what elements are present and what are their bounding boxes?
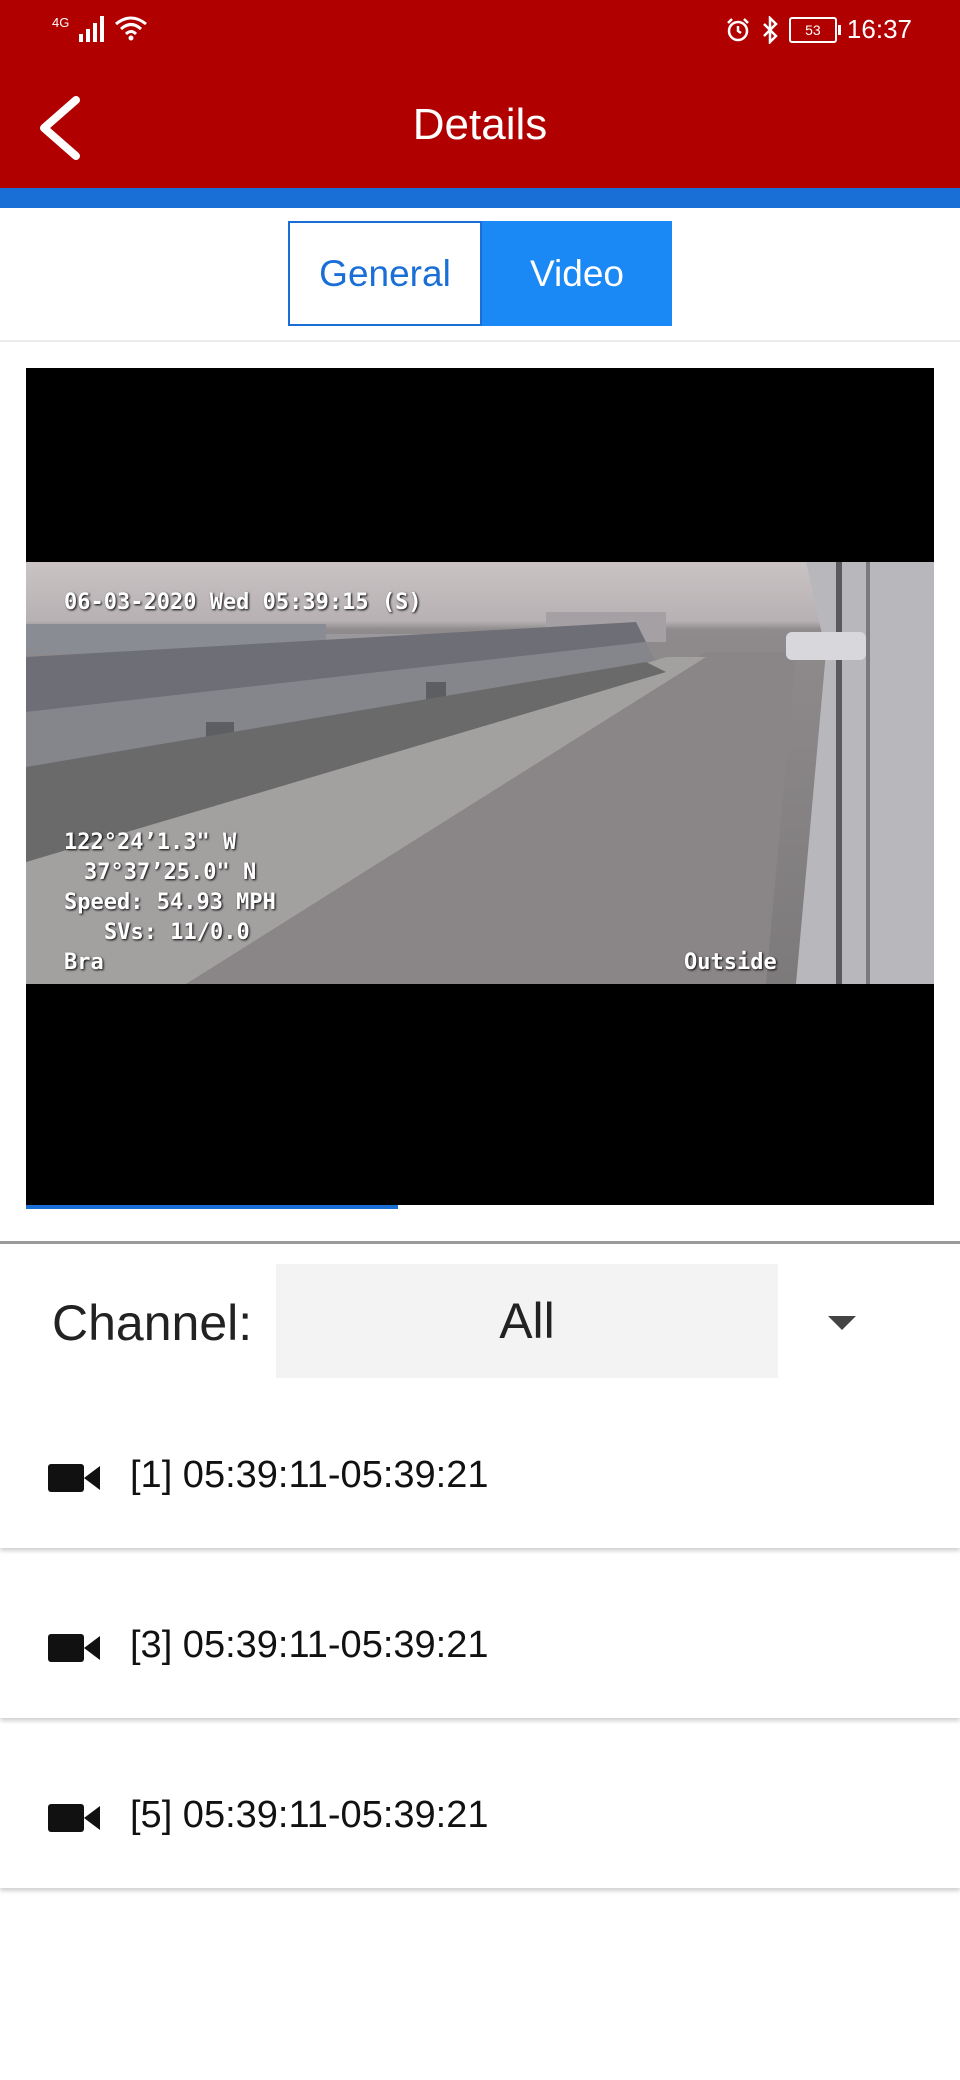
video-progress-bar[interactable]	[26, 1205, 934, 1209]
status-left: 4G	[52, 14, 148, 42]
status-bar: 4G 53 16:37	[0, 0, 960, 70]
video-progress-fill	[26, 1205, 399, 1209]
osd-latitude: 37°37’25.0" N	[84, 860, 257, 885]
clip-label: [3] 05:39:11-05:39:21	[130, 1624, 489, 1666]
page-title: Details	[412, 100, 548, 149]
osd-svs: SVs: 11/0.0	[104, 920, 250, 945]
video-camera-icon	[48, 1464, 100, 1492]
video-frame: 06-03-2020 Wed 05:39:15 (S) 122°24’1.3" …	[26, 562, 934, 984]
channel-select[interactable]: All	[276, 1264, 778, 1378]
osd-speed: Speed: 54.93 MPH	[64, 890, 276, 915]
tab-video[interactable]: Video	[482, 221, 672, 326]
video-camera-icon	[48, 1634, 100, 1662]
clip-label: [5] 05:39:11-05:39:21	[130, 1794, 489, 1836]
header-accent-strip	[0, 188, 960, 208]
bluetooth-icon	[763, 15, 778, 44]
channel-label: Channel:	[52, 1295, 253, 1351]
clip-list-item[interactable]: [1] 05:39:11-05:39:21	[0, 1408, 960, 1548]
osd-label-right: Outside	[684, 950, 777, 975]
channel-select-value: All	[499, 1293, 555, 1349]
chevron-down-icon[interactable]	[828, 1316, 856, 1330]
osd-datetime: 06-03-2020 Wed 05:39:15 (S)	[64, 590, 422, 615]
clip-list-item[interactable]: [5] 05:39:11-05:39:21	[0, 1748, 960, 1888]
osd-longitude: 122°24’1.3" W	[64, 830, 237, 855]
clip-list-item[interactable]: [3] 05:39:11-05:39:21	[0, 1578, 960, 1718]
divider	[0, 1241, 960, 1244]
alarm-icon	[727, 17, 749, 41]
status-right: 53 16:37	[725, 14, 912, 45]
signal-icon	[79, 16, 105, 42]
battery-icon: 53	[788, 16, 841, 43]
osd-label-left: Bra	[64, 950, 104, 975]
app-header: Details	[0, 70, 960, 188]
wifi-icon	[115, 16, 148, 41]
video-camera-icon	[48, 1804, 100, 1832]
tab-general[interactable]: General	[288, 221, 482, 326]
clip-label: [1] 05:39:11-05:39:21	[130, 1454, 489, 1496]
video-player[interactable]: 06-03-2020 Wed 05:39:15 (S) 122°24’1.3" …	[26, 368, 934, 1208]
network-type: 4G	[52, 15, 70, 30]
clock: 16:37	[846, 14, 912, 44]
detail-tabs: General Video	[288, 221, 672, 326]
divider	[0, 340, 960, 342]
